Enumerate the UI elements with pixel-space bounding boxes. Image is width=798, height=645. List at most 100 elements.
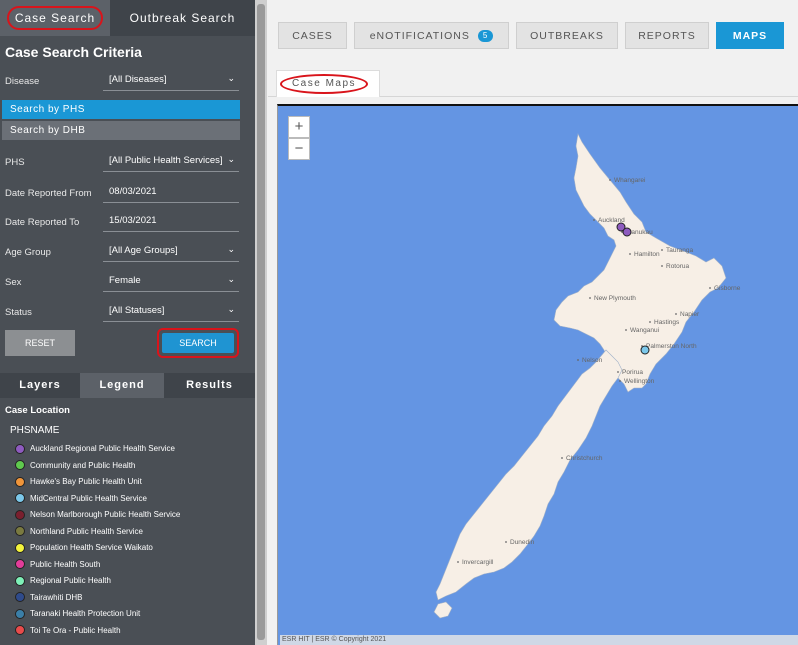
legend-item: Community and Public Health [15,460,135,472]
legend-item: Northland Public Health Service [15,526,143,538]
legend-color-icon [15,559,25,570]
nav-maps-button[interactable]: MAPS [716,22,784,49]
city-dot [589,297,591,299]
city-label: Hamilton [634,251,660,258]
nav-cases-label: CASES [292,30,333,42]
tab-case-search-label: Case Search [6,6,104,30]
status-value: [All Statuses] [109,305,165,316]
city-dot [661,249,663,251]
legend-color-icon [15,460,25,471]
chevron-down-icon: ⌄ [227,304,235,314]
city-label: Invercargill [462,559,494,566]
nav-reports-label: REPORTS [638,30,696,42]
status-select[interactable]: [All Statuses] ⌄ [103,302,239,322]
legend-item-label: Public Health South [30,559,101,569]
case-marker-palmerston-north[interactable] [640,345,650,355]
legend-item: Nelson Marlborough Public Health Service [15,509,180,521]
sex-value: Female [109,275,141,286]
sex-select[interactable]: Female ⌄ [103,272,239,292]
city-label: Wellington [624,378,655,385]
panel-tabs: Layers Legend Results [0,373,255,398]
disease-value: [All Diseases] [109,74,167,85]
city-dot [709,287,711,289]
reset-button[interactable]: RESET [5,330,75,356]
tab-outbreak-search[interactable]: Outbreak Search [110,0,255,36]
tab-legend[interactable]: Legend [80,373,164,398]
legend-item: Auckland Regional Public Health Service [15,443,175,455]
search-button-highlight: SEARCH [157,328,239,358]
legend-color-icon [15,476,25,487]
legend-item: Taranaki Health Protection Unit [15,608,140,620]
tab-case-maps-label: Case Maps [280,74,368,94]
nav-outbreaks-label: OUTBREAKS [530,30,604,42]
search-button[interactable]: SEARCH [162,333,234,353]
disease-select[interactable]: [All Diseases] ⌄ [103,71,239,91]
city-label: Christchurch [566,455,603,462]
search-by-dhb-option[interactable]: Search by DHB [2,121,240,140]
nav-reports-button[interactable]: REPORTS [625,22,709,49]
legend-color-icon [15,542,25,553]
tab-case-maps[interactable]: Case Maps [276,70,380,97]
age-group-select[interactable]: [All Age Groups] ⌄ [103,242,239,262]
city-label: Wanganui [630,327,659,334]
criteria-title: Case Search Criteria [5,44,142,60]
city-label: Napier [680,311,700,318]
legend-item-label: Taranaki Health Protection Unit [30,609,141,618]
legend-item: MidCentral Public Health Service [15,493,147,505]
tab-case-search[interactable]: Case Search [0,0,110,36]
city-dot [661,265,663,267]
phs-select[interactable]: [All Public Health Services] ⌄ [103,152,239,172]
case-marker-manukau[interactable] [622,227,632,237]
chevron-down-icon: ⌄ [227,244,235,254]
city-label: Rotorua [666,263,690,270]
city-dot [561,457,563,459]
zoom-out-button[interactable]: − [288,138,310,160]
search-by-phs-option[interactable]: Search by PHS [2,100,240,119]
map-attribution: ESR HIT | ESR © Copyright 2021 [280,635,798,645]
date-from-label: Date Reported From [5,188,92,199]
city-label: Nelson [582,357,603,364]
city-dot [629,253,631,255]
phs-label: PHS [5,157,25,168]
city-dot [649,321,651,323]
legend-item: Public Health South [15,559,100,571]
city-label: Palmerston North [646,343,697,350]
search-sidebar: Case Search Outbreak Search Case Search … [0,0,255,645]
legend-color-icon [15,608,25,619]
city-dot [505,541,507,543]
legend-color-icon [15,509,25,520]
map-panel[interactable]: Whangarei Auckland Manukau Hamilton Tauranga… [277,104,798,645]
city-label: Porirua [622,369,643,376]
city-label: Whangarei [614,177,645,184]
phs-value: [All Public Health Services] [109,155,223,166]
legend-item: Tairawhiti DHB [15,592,82,604]
chevron-down-icon: ⌄ [227,73,235,83]
legend-color-icon [15,443,25,454]
city-dot [625,329,627,331]
disease-label: Disease [5,76,40,87]
case-map[interactable]: WhangareiAucklandManukauHamiltonTauranga… [278,106,798,645]
tab-outbreak-search-label: Outbreak Search [129,11,236,25]
sea-area [278,106,798,645]
scrollbar-thumb[interactable] [257,4,265,640]
tab-results[interactable]: Results [164,373,255,398]
sidebar-scrollbar[interactable] [255,0,267,645]
date-to-field[interactable]: 15/03/2021 [103,212,239,232]
legend-item: Hawke's Bay Public Health Unit [15,476,142,488]
age-group-value: [All Age Groups] [109,245,178,256]
nav-outbreaks-button[interactable]: OUTBREAKS [516,22,618,49]
nav-cases-button[interactable]: CASES [278,22,347,49]
zoom-in-button[interactable]: + [288,116,310,138]
city-label: Tauranga [666,247,693,254]
legend-item-label: Auckland Regional Public Health Service [30,444,175,453]
enotifications-count-badge: 5 [477,30,494,43]
city-label: Gisborne [714,285,741,292]
city-label: Dunedin [510,539,535,546]
tab-layers[interactable]: Layers [0,373,80,398]
chevron-down-icon: ⌄ [227,274,235,284]
city-label: New Plymouth [594,295,636,302]
date-from-field[interactable]: 08/03/2021 [103,183,239,203]
nav-enotifications-button[interactable]: eNOTIFICATIONS 5 [354,22,509,49]
chevron-down-icon: ⌄ [227,154,235,164]
case-location-heading: Case Location [5,405,70,416]
